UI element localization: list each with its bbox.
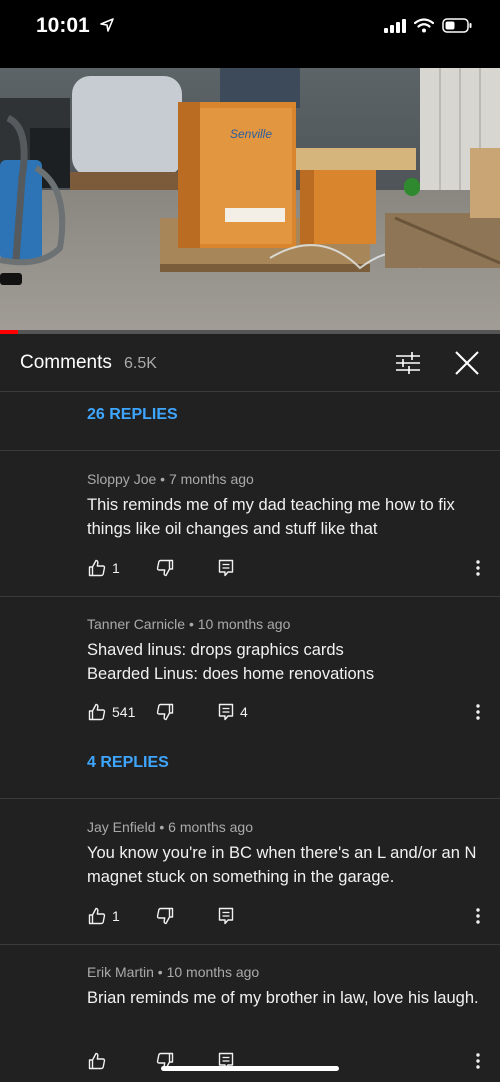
comments-title: Comments [20,352,112,373]
status-time: 10:01 [36,14,114,38]
divider [0,944,500,945]
home-indicator[interactable] [161,1066,339,1071]
like-button[interactable] [88,1049,112,1073]
like-count: 541 [112,704,136,720]
like-count: 1 [112,908,120,924]
more-vertical-icon [476,704,480,720]
comment-options-button[interactable] [470,906,486,926]
close-comments-button[interactable] [450,346,484,380]
comment-meta: Tanner Carnicle • 10 months ago [87,616,290,632]
reply-count: 4 [240,704,248,720]
comment-author[interactable]: Jay Enfield [87,819,155,835]
comment-text: Shaved linus: drops graphics cards Beard… [87,641,375,683]
comment-options-button[interactable] [470,702,486,722]
status-icons [384,18,472,33]
video-player[interactable]: Senville [0,68,500,330]
comment-actions: 541 4 [0,700,500,724]
reply-button[interactable] [218,556,240,580]
meta-separator: • [159,819,169,835]
reply-comment-icon [218,559,234,577]
thumbs-down-icon [156,559,174,577]
view-replies-link[interactable]: 26 REPLIES [87,406,178,424]
svg-text:Senville: Senville [230,127,272,141]
comment-meta: Erik Martin • 10 months ago [87,964,259,980]
reply-button[interactable] [218,904,240,928]
comment-meta: Sloppy Joe • 7 months ago [87,471,254,487]
video-frame: Senville [0,68,500,330]
sort-comments-button[interactable] [390,348,426,378]
divider [0,798,500,799]
more-vertical-icon [476,1053,480,1069]
comment-author[interactable]: Erik Martin [87,964,154,980]
cellular-signal-icon [384,18,406,33]
view-replies-link[interactable]: 4 REPLIES [87,754,169,772]
comment-options-button[interactable] [470,558,486,578]
comment-author[interactable]: Tanner Carnicle [87,616,185,632]
divider [0,450,500,451]
reply-comment-icon [218,703,234,721]
comment-text: This reminds me of my dad teaching me ho… [87,496,455,538]
comment-text: Brian reminds me of my brother in law, l… [87,989,479,1007]
comment-age: 7 months ago [168,471,254,487]
comment-age: 6 months ago [168,819,254,835]
comment-options-button[interactable] [470,1051,486,1071]
thumbs-down-icon [156,703,174,721]
thumbs-up-icon [88,907,106,925]
wifi-icon [414,18,434,33]
like-count: 1 [112,560,120,576]
comment-age: 10 months ago [166,964,260,980]
comment-text: You know you're in BC when there's an L … [87,844,477,886]
dislike-button[interactable] [156,904,174,928]
thumbs-up-icon [88,559,106,577]
like-button[interactable]: 1 [88,556,120,580]
comment-meta: Jay Enfield • 6 months ago [87,819,253,835]
comments-count: 6.5K [124,355,157,372]
comments-header: Comments 6.5K [0,334,500,392]
divider [0,596,500,597]
meta-separator: • [157,964,167,980]
location-arrow-icon [99,18,114,32]
battery-icon [442,18,472,33]
dislike-button[interactable] [156,556,174,580]
thumbs-up-icon [88,703,106,721]
more-vertical-icon [476,560,480,576]
status-bar: 10:01 [0,0,500,68]
close-icon [455,351,479,375]
comment-age: 10 months ago [197,616,291,632]
thumbs-up-icon [88,1052,106,1070]
reply-button[interactable]: 4 [218,700,248,724]
more-vertical-icon [476,908,480,924]
dislike-button[interactable] [156,700,174,724]
thumbs-down-icon [156,907,174,925]
comment-actions: 1 [0,556,500,580]
meta-separator: • [188,616,198,632]
comment-author[interactable]: Sloppy Joe [87,471,156,487]
reply-comment-icon [218,907,234,925]
meta-separator: • [160,471,169,487]
like-button[interactable]: 541 [88,700,135,724]
comment-actions: 1 [0,904,500,928]
sort-filter-icon [396,352,420,374]
like-button[interactable]: 1 [88,904,120,928]
status-time-text: 10:01 [36,14,90,37]
